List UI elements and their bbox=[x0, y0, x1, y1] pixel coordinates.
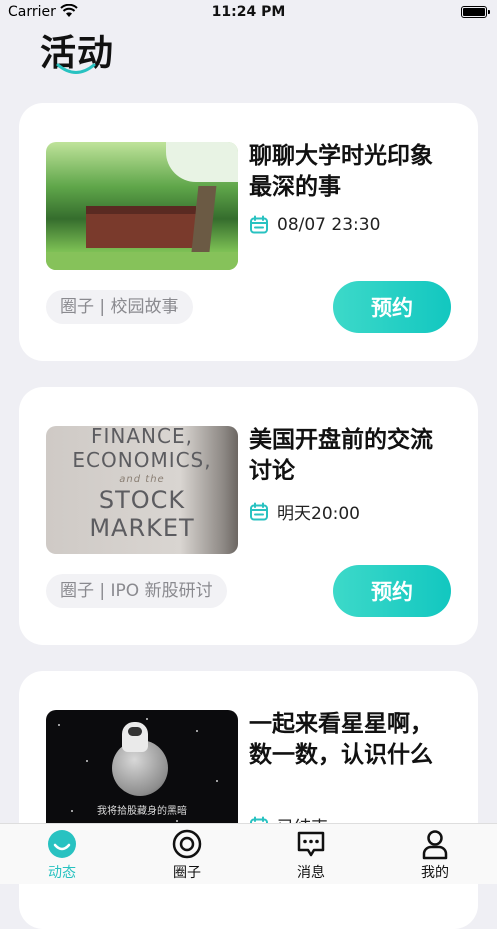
reserve-button[interactable]: 预约 bbox=[333, 281, 451, 333]
status-bar: Carrier 11:24 PM bbox=[0, 0, 497, 26]
tab-profile[interactable]: 我的 bbox=[390, 824, 480, 884]
circle-icon bbox=[172, 829, 202, 859]
activity-image-book: FINANCE, ECONOMICS, and the STOCK MARKET bbox=[46, 426, 238, 554]
tab-label: 消息 bbox=[297, 865, 325, 881]
smile-icon bbox=[48, 830, 76, 858]
activity-time: 明天20:00 bbox=[249, 499, 360, 524]
activity-image-campus bbox=[46, 142, 238, 270]
calendar-icon bbox=[250, 502, 268, 520]
activity-image-astronaut: 我将拾股藏身的黑暗 bbox=[46, 710, 238, 838]
activity-time-text: 08/07 23:30 bbox=[277, 215, 381, 235]
circle-tag[interactable]: 圈子 | 校园故事 bbox=[46, 290, 193, 324]
tab-bar: 动态 圈子 消息 我的 bbox=[0, 823, 497, 884]
tab-label: 圈子 bbox=[173, 865, 201, 881]
activity-card[interactable]: FINANCE, ECONOMICS, and the STOCK MARKET… bbox=[19, 387, 478, 645]
tab-messages[interactable]: 消息 bbox=[266, 824, 356, 884]
activity-title: 聊聊大学时光印象最深的事 bbox=[249, 143, 433, 200]
tab-circle[interactable]: 圈子 bbox=[142, 824, 232, 884]
circle-tag[interactable]: 圈子 | IPO 新股研讨 bbox=[46, 574, 227, 608]
tab-label: 动态 bbox=[48, 865, 76, 881]
tab-dynamic[interactable]: 动态 bbox=[17, 824, 107, 884]
calendar-icon bbox=[250, 215, 268, 234]
clock: 11:24 PM bbox=[211, 4, 286, 20]
activity-card[interactable]: 我将拾股藏身的黑暗 一起来看星星啊，数一数，认识什么 已结束 bbox=[19, 671, 478, 929]
battery-icon bbox=[461, 6, 490, 18]
activity-card[interactable]: 聊聊大学时光印象最深的事 08/07 23:30 圈子 | 校园故事 预约 bbox=[19, 103, 478, 361]
image-caption: 我将拾股藏身的黑暗 bbox=[97, 806, 187, 817]
activity-time: 08/07 23:30 bbox=[249, 215, 380, 235]
message-icon bbox=[297, 831, 325, 857]
activity-title: 一起来看星星啊，数一数，认识什么 bbox=[249, 711, 433, 768]
tab-label: 我的 bbox=[421, 865, 449, 881]
reserve-button[interactable]: 预约 bbox=[333, 565, 451, 617]
activity-time-text: 明天20:00 bbox=[277, 504, 360, 524]
title-smile-underline bbox=[56, 63, 96, 74]
activity-title: 美国开盘前的交流讨论 bbox=[249, 427, 433, 484]
person-icon bbox=[422, 830, 448, 860]
